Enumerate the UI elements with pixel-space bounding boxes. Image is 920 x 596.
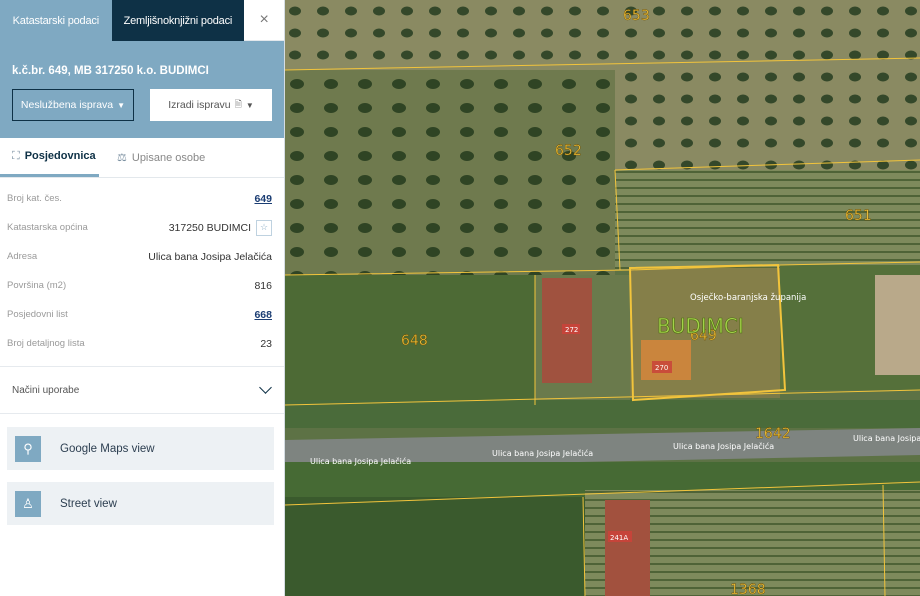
street-label-2: Ulica bana Josipa Jelačića [492,448,593,458]
parcel-number-link[interactable]: 649 [254,193,272,205]
street-view-button[interactable]: ♙ Street view [7,482,274,525]
tab-zemljisnoknjizni-podaci[interactable]: Zemljišnoknjižni podaci [111,0,245,41]
parcel-info-panel: Katastarski podaci Zemljišnoknjižni poda… [0,0,285,596]
parcel-label-652: 652 [555,143,582,159]
map-pin-icon: ⚲ [15,435,41,462]
map-view[interactable]: 272 270 241A 653 652 [285,0,920,596]
star-icon[interactable]: ☆ [256,219,272,236]
document-icon: 🗎 [234,99,242,109]
prop-label: Posjedovni list [7,309,68,320]
tab-posjednica-label: Posjedovnica [24,150,96,162]
prop-row-povrsina: Površina (m2) 816 [0,271,284,300]
caret-down-icon: ▼ [117,100,126,110]
street-view-label: Street view [60,497,117,510]
parcel-label-651: 651 [845,208,872,224]
prop-label: Broj detaljnog lista [7,338,85,349]
parcel-label-653: 653 [623,8,650,24]
parcel-label-1368: 1368 [730,582,766,596]
field-northeast [615,60,920,170]
road-verge-north [285,400,920,428]
street-label-3: Ulica bana Josipa Jelačića [673,441,774,451]
prop-row-broj-detaljnog-lista: Broj detaljnog lista 23 [0,329,284,358]
building-east [875,275,920,375]
place-label-budimci: BUDIMCI [657,314,744,338]
close-icon[interactable]: × [244,0,284,41]
tab-posjednica[interactable]: ⛶ Posjedovnica [0,138,99,177]
panel-header: k.č.br. 649, MB 317250 k.o. BUDIMCI Nesl… [0,41,284,138]
document-buttons: Neslužbena isprava ▼ Izradi ispravu 🗎 ▼ [12,89,272,121]
prop-label: Površina (m2) [7,280,67,291]
building-241a [605,500,650,596]
parcel-title: k.č.br. 649, MB 317250 k.o. BUDIMCI [12,65,209,77]
prop-row-broj-kat-ces: Broj kat. čes. 649 [0,184,284,213]
nacini-uporabe-label: Načini uporabe [12,384,80,396]
subtabs: ⛶ Posjedovnica ⚖ Upisane osobe [0,138,284,178]
tab-katastarski-podaci[interactable]: Katastarski podaci [0,0,112,41]
tab-upisane-osobe[interactable]: ⚖ Upisane osobe [99,138,205,177]
building-241a-label: 241A [610,534,628,542]
prop-value: 317250 BUDIMCI ☆ [168,219,272,236]
street-label-1: Ulica bana Josipa Jelačića [310,456,411,466]
aerial-map[interactable]: 272 270 241A 653 652 [285,0,920,596]
field-651 [615,170,920,270]
pegman-icon: ♙ [15,490,41,517]
prop-label: Adresa [7,251,38,262]
google-maps-view-label: Google Maps view [60,442,155,455]
prop-label: Katastarska općina [7,222,88,233]
nesluzbena-isprava-label: Neslužbena isprava [20,99,114,111]
prop-label: Broj kat. čes. [7,193,62,204]
izradi-ispravu-label: Izradi ispravu [168,99,231,111]
caret-down-icon: ▼ [245,100,254,110]
field-652 [285,70,615,275]
parcel-label-1642: 1642 [755,426,791,442]
area-value: 816 [254,279,272,292]
property-list: Broj kat. čes. 649 Katastarska općina 31… [0,178,284,358]
people-icon: ⚖ [117,152,127,164]
tab-upisane-osobe-label: Upisane osobe [131,151,206,164]
municipality-value: 317250 BUDIMCI [168,221,251,234]
prop-row-posjedovni-list: Posjedovni list 668 [0,300,284,329]
building-272-label: 272 [565,326,578,334]
nacini-uporabe-toggle[interactable]: Načini uporabe [0,366,284,414]
izradi-ispravu-button[interactable]: Izradi ispravu 🗎 ▼ [150,89,272,121]
parcel-label-648: 648 [401,333,428,349]
chevron-down-icon [259,381,272,394]
county-label: Osječko-baranjska županija [690,292,806,303]
prop-row-katastarska-opcina: Katastarska općina 317250 BUDIMCI ☆ [0,213,284,242]
panel-tabs: Katastarski podaci Zemljišnoknjižni poda… [0,0,284,41]
nesluzbena-isprava-button[interactable]: Neslužbena isprava ▼ [12,89,134,121]
address-value: Ulica bana Josipa Jelačića [148,250,272,263]
property-icon: ⛶ [12,149,20,162]
prop-row-adresa: Adresa Ulica bana Josipa Jelačića [0,242,284,271]
google-maps-view-button[interactable]: ⚲ Google Maps view [7,427,274,470]
street-label-4: Ulica bana Josipa Jelačića [853,433,920,443]
posjedovni-list-link[interactable]: 668 [254,309,272,321]
detail-sheet-value: 23 [260,337,272,350]
field-south-west [285,497,585,596]
